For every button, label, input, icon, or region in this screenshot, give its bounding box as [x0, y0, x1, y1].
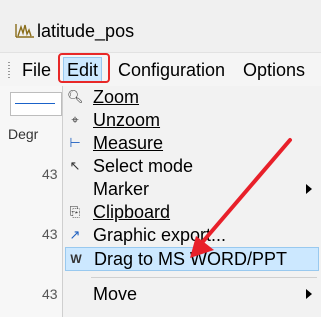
menu-options[interactable]: Options: [240, 59, 308, 81]
menu-item-label: Select mode: [93, 156, 194, 176]
menu-item-unzoom[interactable]: ⌖ Unzoom: [63, 109, 321, 131]
menu-item-label: Move: [93, 284, 138, 304]
submenu-arrow-icon: [306, 184, 312, 194]
line-style-sample: [15, 103, 55, 104]
app-chart-icon: [15, 24, 34, 38]
menu-item-label: Drag to MS WORD/PPT: [94, 249, 288, 269]
series-style-combo[interactable]: [10, 92, 62, 116]
menu-item-label: Clipboard: [93, 202, 171, 222]
menu-configuration[interactable]: Configuration: [115, 59, 228, 81]
left-panel: Degr 43 43 43: [0, 86, 62, 317]
word-icon: W: [70, 252, 82, 266]
menu-file[interactable]: File: [19, 59, 54, 81]
menu-item-move[interactable]: Move: [63, 283, 321, 305]
menu-separator: [91, 277, 317, 278]
measure-icon: ⊢: [69, 135, 81, 150]
menu-item-marker[interactable]: Marker: [63, 178, 321, 200]
export-icon: ↗: [69, 227, 81, 242]
axis-label: Degr: [8, 126, 39, 142]
unzoom-icon: ⌖: [71, 112, 79, 127]
cursor-icon: ↖: [69, 158, 81, 173]
menu-bar: File Edit Configuration Options: [0, 52, 321, 87]
y-tick-label: 43: [42, 166, 58, 182]
menu-item-zoom[interactable]: 🔍︎ Zoom: [63, 86, 321, 108]
edit-dropdown-menu: 🔍︎ Zoom ⌖ Unzoom ⊢ Measure ↖ Select mode…: [62, 86, 321, 317]
menu-item-measure[interactable]: ⊢ Measure: [63, 132, 321, 154]
menu-item-label: Measure: [93, 133, 164, 153]
y-tick-label: 43: [42, 226, 58, 242]
menu-item-label: Unzoom: [93, 110, 161, 130]
title-bar: latitude_pos: [0, 0, 321, 52]
menu-item-label: Marker: [93, 179, 150, 199]
annotation-highlight-box: [58, 53, 110, 83]
submenu-arrow-icon: [306, 289, 312, 299]
menu-item-graphic-export[interactable]: ↗ Graphic export...: [63, 224, 321, 246]
clipboard-icon: ⎘: [69, 204, 81, 219]
menu-item-label: Zoom: [93, 87, 140, 107]
y-tick-label: 43: [42, 286, 58, 302]
menu-item-clipboard[interactable]: ⎘ Clipboard: [63, 201, 321, 223]
toolbar-grip[interactable]: [8, 62, 10, 78]
menu-item-drag-to-word[interactable]: W Drag to MS WORD/PPT: [65, 247, 319, 271]
menu-item-select-mode[interactable]: ↖ Select mode: [63, 155, 321, 177]
window-title: latitude_pos: [37, 21, 135, 41]
zoom-in-icon: 🔍︎: [67, 89, 84, 104]
menu-item-label: Graphic export...: [93, 225, 227, 245]
